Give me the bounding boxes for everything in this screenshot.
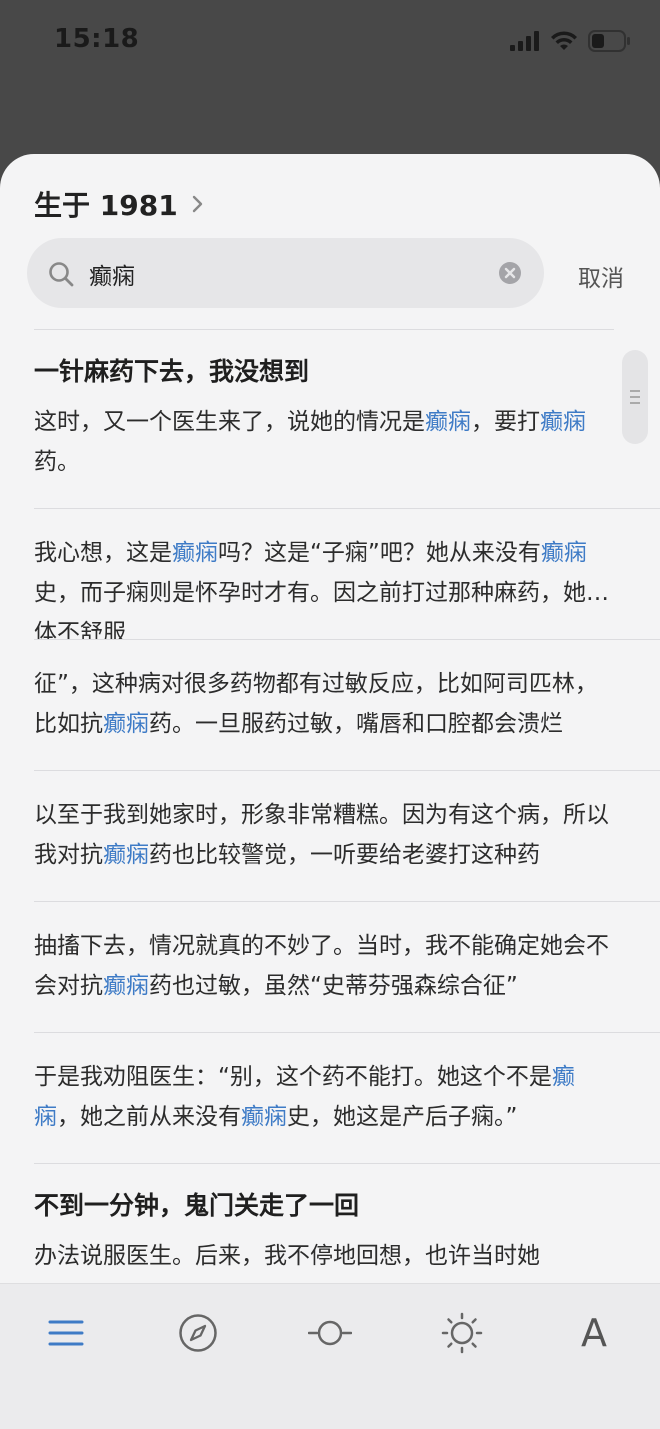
search-sheet: 生于 1981 取消 一针麻药下去，我没想到这时，又一个医生来了，说她的情况是癫… — [0, 154, 660, 1429]
progress-button[interactable] — [300, 1308, 360, 1358]
snippet-text: 史，她这是产后子痫。” — [287, 1104, 518, 1130]
snippet-text: ，要打 — [471, 409, 540, 435]
result-snippet: 于是我劝阻医生：“别，这个药不能打。她这个不是癫痫，她之前从来没有癫痫史，她这是… — [34, 1033, 618, 1163]
result-chapter-title: 不到一分钟，鬼门关走了一回 — [34, 1191, 360, 1220]
status-time: 15:18 — [54, 24, 140, 54]
search-bar[interactable] — [27, 238, 544, 308]
search-result-item[interactable]: 抽搐下去，情况就真的不妙了。当时，我不能确定她会不会对抗癫痫药也过敏，虽然“史蒂… — [34, 902, 660, 1033]
search-result-item[interactable]: 于是我劝阻医生：“别，这个药不能打。她这个不是癫痫，她之前从来没有癫痫史，她这是… — [34, 1033, 660, 1164]
screen: 15:18 生于 1981 癫痫 取消 一针麻药下去，我没想到 这时，又一个医生… — [0, 0, 660, 1429]
chevron-right-icon — [192, 195, 202, 213]
snippet-text: 药也比较警觉，一听要给老婆打这种药 — [149, 842, 540, 868]
progress-slider-icon — [308, 1320, 352, 1346]
brightness-button[interactable] — [432, 1308, 492, 1358]
search-input[interactable] — [87, 252, 491, 296]
keyword-highlight: 癫痫 — [103, 973, 149, 999]
search-result-item[interactable]: 我心想，这是癫痫吗？这是“子痫”吧？她从来没有癫痫史，而子痫则是怀孕时才有。因之… — [34, 509, 660, 640]
bottom-toolbar: A — [0, 1283, 660, 1429]
toc-button[interactable] — [36, 1308, 96, 1358]
search-icon — [49, 262, 74, 287]
book-title-link[interactable]: 生于 1981 — [34, 184, 208, 224]
snippet-text: 于是我劝阻医生：“别，这个药不能打。她这个不是 — [34, 1064, 552, 1090]
snippet-text: 这时，又一个医生来了，说她的情况是 — [34, 409, 425, 435]
compass-icon — [179, 1314, 217, 1352]
font-settings-button[interactable]: A — [564, 1308, 624, 1358]
book-title: 生于 1981 — [34, 189, 178, 222]
result-snippet: 这时，又一个医生来了，说她的情况是癫痫，要打癫痫药。 — [34, 402, 618, 508]
snippet-text: 吗？这是“子痫”吧？她从来没有 — [218, 540, 541, 566]
compass-button[interactable] — [168, 1308, 228, 1358]
keyword-highlight: 癫痫 — [172, 540, 218, 566]
keyword-highlight: 癫痫 — [241, 1104, 287, 1130]
snippet-text: 药。一旦服药过敏，嘴唇和口腔都会溃烂 — [149, 711, 563, 737]
keyword-highlight: 癫痫 — [425, 409, 471, 435]
status-bar: 15:18 — [0, 0, 660, 90]
font-icon: A — [581, 1311, 607, 1355]
snippet-text: 药也过敏，虽然“史蒂芬强森综合征” — [149, 973, 518, 999]
keyword-highlight: 癫痫 — [103, 842, 149, 868]
result-chapter-title: 一针麻药下去，我没想到 — [34, 357, 310, 386]
clear-search-icon[interactable] — [498, 261, 522, 285]
search-result-item[interactable]: 一针麻药下去，我没想到 这时，又一个医生来了，说她的情况是癫痫，要打癫痫药。 — [34, 330, 660, 509]
cancel-button[interactable]: 取消 — [578, 259, 624, 293]
snippet-text: 史，而子痫则是怀孕时才有。因之前打过那种麻药，她身体不舒服 — [34, 580, 609, 639]
result-snippet: 办法说服医生。后来，我不停地回想，也许当时她 — [34, 1236, 618, 1276]
result-snippet: 征”，这种病对很多药物都有过敏反应，比如阿司匹林，比如抗癫痫药。一旦服药过敏，嘴… — [34, 640, 618, 770]
signal-icon — [510, 31, 539, 51]
keyword-highlight: 癫痫 — [103, 711, 149, 737]
search-results-list: 一针麻药下去，我没想到 这时，又一个医生来了，说她的情况是癫痫，要打癫痫药。 我心想… — [0, 330, 660, 1276]
scrollbar-thumb[interactable] — [622, 350, 648, 444]
snippet-text: 我心想，这是 — [34, 540, 172, 566]
result-snippet: 我心想，这是癫痫吗？这是“子痫”吧？她从来没有癫痫史，而子痫则是怀孕时才有。因之… — [34, 509, 618, 639]
search-result-item[interactable]: 不到一分钟，鬼门关走了一回办法说服医生。后来，我不停地回想，也许当时她 — [34, 1164, 660, 1276]
result-snippet: 抽搐下去，情况就真的不妙了。当时，我不能确定她会不会对抗癫痫药也过敏，虽然“史蒂… — [34, 902, 618, 1032]
result-snippet: 以至于我到她家时，形象非常糟糕。因为有这个病，所以我对抗癫痫药也比较警觉，一听要… — [34, 771, 618, 901]
wifi-icon — [551, 31, 577, 50]
sun-icon — [441, 1312, 483, 1354]
search-result-item[interactable]: 征”，这种病对很多药物都有过敏反应，比如阿司匹林，比如抗癫痫药。一旦服药过敏，嘴… — [34, 640, 660, 771]
battery-icon — [588, 30, 630, 52]
keyword-highlight: 癫痫 — [540, 540, 587, 566]
status-icons — [510, 30, 630, 52]
keyword-highlight: 癫痫 — [540, 409, 586, 435]
menu-list-icon — [48, 1320, 84, 1346]
search-result-item[interactable]: 以至于我到她家时，形象非常糟糕。因为有这个病，所以我对抗癫痫药也比较警觉，一听要… — [34, 771, 660, 902]
snippet-text: ，她之前从来没有 — [57, 1104, 241, 1130]
snippet-text: 药。 — [34, 449, 80, 475]
snippet-text: 办法说服医生。后来，我不停地回想，也许当时她 — [34, 1243, 540, 1269]
